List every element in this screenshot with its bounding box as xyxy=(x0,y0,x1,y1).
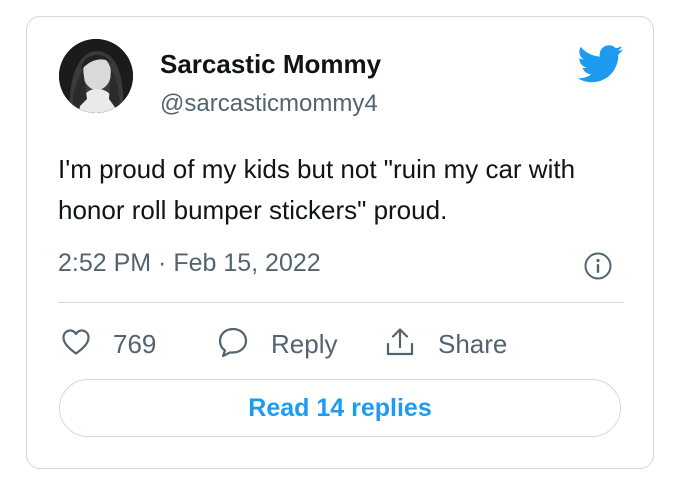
tweet-timestamp[interactable]: 2:52 PM · Feb 15, 2022 xyxy=(58,249,321,278)
author-display-name[interactable]: Sarcastic Mommy xyxy=(160,49,381,80)
info-icon[interactable] xyxy=(583,251,613,281)
divider xyxy=(58,302,624,303)
tweet-text: I'm proud of my kids but not "ruin my ca… xyxy=(58,154,576,225)
like-count: 769 xyxy=(113,328,157,359)
share-arrow-icon xyxy=(384,326,416,363)
reply-label: Reply xyxy=(271,328,338,359)
avatar[interactable] xyxy=(59,39,133,113)
speech-bubble-icon xyxy=(217,326,249,363)
share-label: Share xyxy=(438,328,508,359)
tweet-card[interactable]: Sarcastic Mommy @sarcasticmommy4 I'm pro… xyxy=(26,16,654,469)
twitter-bird-icon[interactable] xyxy=(577,45,624,83)
reply-button[interactable]: Reply xyxy=(217,324,337,364)
like-button[interactable]: 769 xyxy=(61,324,156,364)
author-handle[interactable]: @sarcasticmommy4 xyxy=(160,90,378,118)
read-replies-button[interactable]: Read 14 replies xyxy=(59,379,621,437)
share-button[interactable]: Share xyxy=(384,324,507,364)
heart-icon xyxy=(61,328,91,361)
